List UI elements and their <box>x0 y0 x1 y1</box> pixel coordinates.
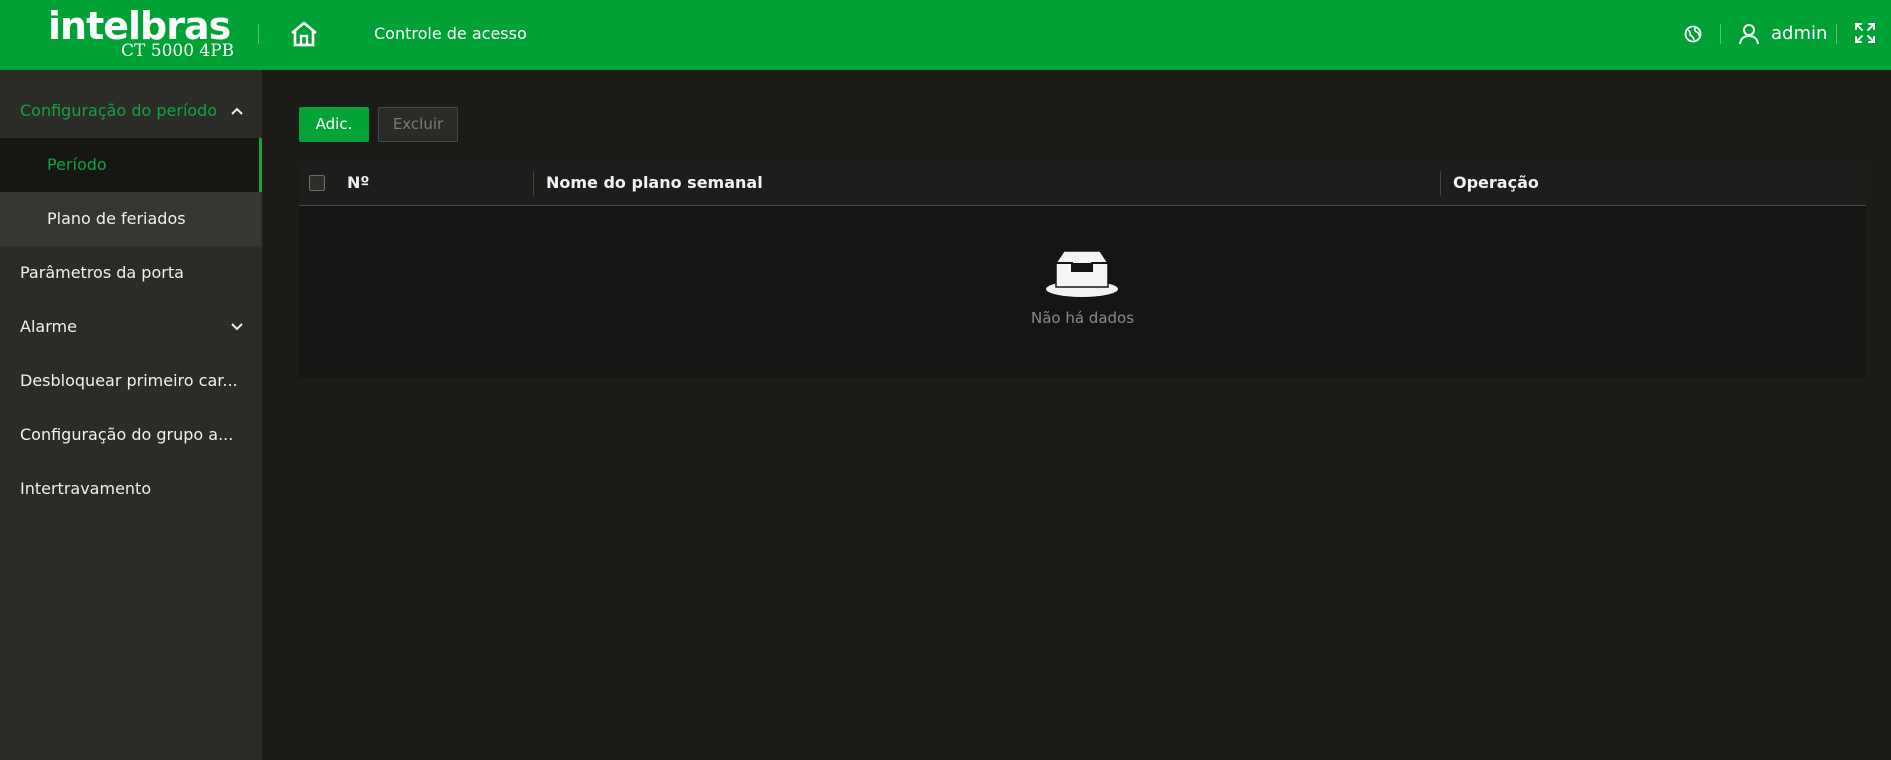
column-divider[interactable] <box>533 171 534 196</box>
device-model: CT 5000 4PB <box>121 41 235 61</box>
sidebar-item-label: Desbloquear primeiro car... <box>20 371 238 390</box>
fullscreen-icon[interactable] <box>1853 21 1877 45</box>
user-icon[interactable] <box>1737 22 1761 46</box>
sidebar-item-group-config[interactable]: Configuração do grupo a... <box>0 408 262 462</box>
column-header-operation: Operação <box>1453 173 1539 192</box>
home-icon[interactable] <box>288 18 320 50</box>
brand-logo: intelbras <box>48 4 231 48</box>
empty-inbox-icon <box>1046 250 1118 297</box>
week-plan-table: Nº Nome do plano semanal Operação Não há… <box>299 161 1866 378</box>
delete-button[interactable]: Excluir <box>378 107 458 142</box>
table-header: Nº Nome do plano semanal Operação <box>299 161 1866 206</box>
header-divider <box>258 24 259 44</box>
chevron-down-icon <box>231 323 243 331</box>
sidebar-item-holiday-plan[interactable]: Plano de feriados <box>0 192 262 246</box>
sidebar-item-interlock[interactable]: Intertravamento <box>0 462 262 516</box>
sidebar-item-period-config[interactable]: Configuração do período <box>0 84 262 138</box>
sidebar-item-door-params[interactable]: Parâmetros da porta <box>0 246 262 300</box>
sidebar: Configuração do período Período Plano de… <box>0 70 262 760</box>
globe-icon[interactable] <box>1683 24 1703 44</box>
sidebar-item-label: Configuração do período <box>20 101 218 120</box>
sidebar-item-label: Intertravamento <box>20 479 152 498</box>
username-label[interactable]: admin <box>1771 23 1827 44</box>
sidebar-item-label: Plano de feriados <box>47 209 186 228</box>
sidebar-item-label: Alarme <box>20 317 77 336</box>
column-divider[interactable] <box>1440 171 1441 196</box>
page-section-title: Controle de acesso <box>374 24 527 43</box>
column-header-plan-name: Nome do plano semanal <box>546 173 763 192</box>
empty-state-text: Não há dados <box>1030 309 1135 327</box>
sidebar-item-first-card-unlock[interactable]: Desbloquear primeiro car... <box>0 354 262 408</box>
header-divider <box>1720 24 1721 44</box>
column-header-number: Nº <box>347 173 370 192</box>
sidebar-item-label: Período <box>47 155 107 174</box>
sidebar-item-label: Parâmetros da porta <box>20 263 184 282</box>
chevron-up-icon <box>231 107 243 115</box>
header-divider <box>1836 24 1837 44</box>
sidebar-item-period[interactable]: Período <box>0 138 262 192</box>
select-all-checkbox[interactable] <box>309 175 325 191</box>
top-header: intelbras CT 5000 4PB Controle de acesso… <box>0 0 1891 70</box>
add-button[interactable]: Adic. <box>299 107 369 142</box>
sidebar-item-alarm[interactable]: Alarme <box>0 300 262 354</box>
sidebar-item-label: Configuração do grupo a... <box>20 425 234 444</box>
